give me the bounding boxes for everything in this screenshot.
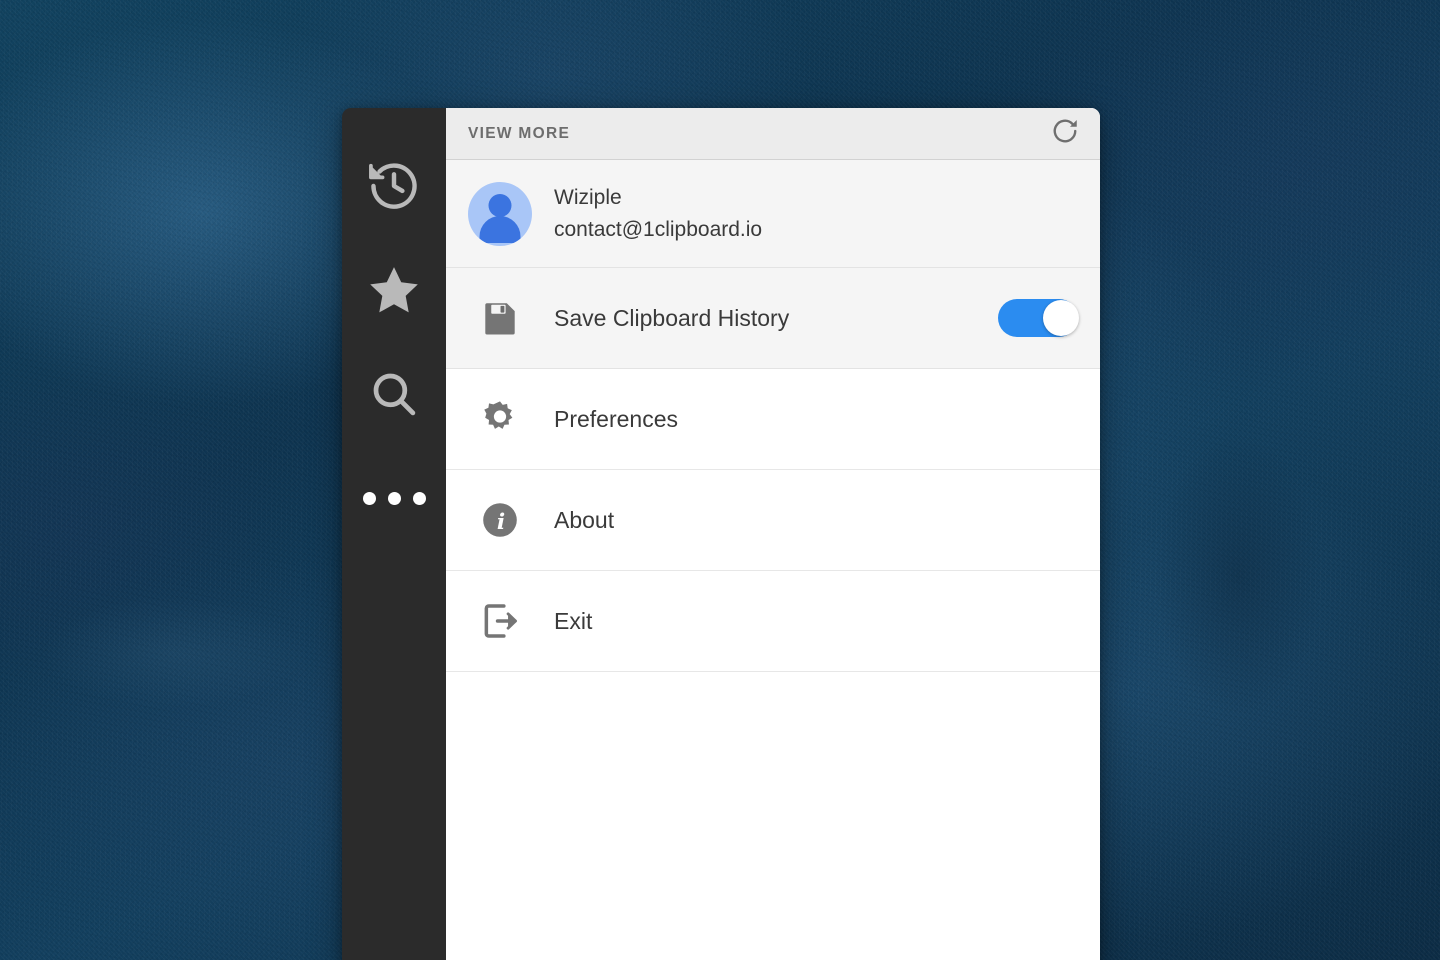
floppy-disk-icon: [468, 297, 532, 339]
save-clipboard-history-toggle[interactable]: [998, 299, 1079, 337]
account-text: Wiziple contact@1clipboard.io: [554, 182, 762, 245]
menu-item-exit[interactable]: Exit: [446, 571, 1100, 672]
history-icon: [366, 158, 422, 214]
sidebar-item-more[interactable]: [342, 446, 446, 550]
refresh-button[interactable]: [1048, 117, 1082, 151]
more-dots-icon: [362, 491, 426, 505]
menu-item-label: Exit: [554, 607, 593, 634]
account-row[interactable]: Wiziple contact@1clipboard.io: [446, 160, 1100, 268]
sidebar-item-favorites[interactable]: [342, 238, 446, 342]
star-icon: [366, 262, 422, 318]
menu-item-label: Save Clipboard History: [554, 304, 790, 331]
gear-icon: [468, 398, 532, 440]
svg-text:i: i: [497, 509, 505, 535]
clipboard-app-window: VIEW MORE Wiziple contact@1clipboard.io: [342, 108, 1100, 960]
user-avatar-icon: [468, 181, 532, 246]
logout-icon: [468, 600, 532, 642]
menu-item-label: About: [554, 506, 615, 533]
sidebar-rail: [342, 108, 446, 960]
account-email: contact@1clipboard.io: [554, 217, 763, 241]
menu-item-save-clipboard-history[interactable]: Save Clipboard History: [446, 268, 1100, 369]
search-icon: [367, 367, 421, 421]
menu-item-about[interactable]: i About: [446, 470, 1100, 571]
menu-item-label: Preferences: [554, 405, 679, 432]
account-name: Wiziple: [554, 186, 622, 209]
sidebar-item-search[interactable]: [342, 342, 446, 446]
sidebar-item-history[interactable]: [342, 134, 446, 238]
panel-empty-area: [446, 672, 1100, 960]
menu-item-preferences[interactable]: Preferences: [446, 369, 1100, 470]
panel-header: VIEW MORE: [446, 108, 1100, 160]
page-title: VIEW MORE: [468, 124, 571, 142]
toggle-knob: [1043, 300, 1079, 336]
content-panel: VIEW MORE Wiziple contact@1clipboard.io: [446, 108, 1100, 960]
info-icon: i: [468, 499, 532, 541]
refresh-icon: [1050, 116, 1080, 151]
